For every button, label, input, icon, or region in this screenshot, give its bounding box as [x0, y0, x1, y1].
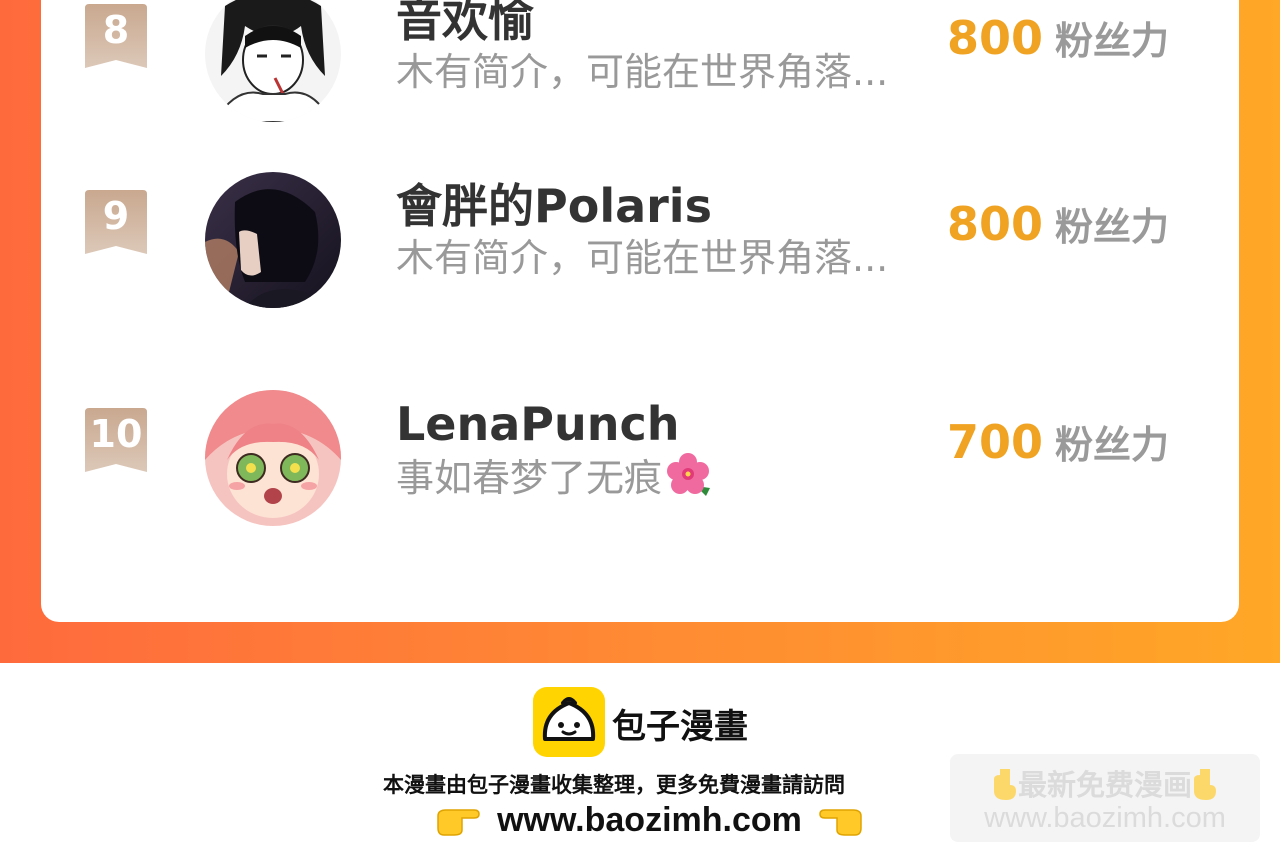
rank-number: 8 [102, 8, 130, 52]
site-footer: 包子漫畫 本漫畫由包子漫畫收集整理，更多免費漫畫請訪問 www.baozimh.… [0, 663, 1280, 864]
ranking-row[interactable]: 10 LenaPunch 事如春梦了无痕 700 粉丝力 [41, 364, 1239, 526]
user-name[interactable]: LenaPunch [396, 396, 680, 452]
ranking-card: 8 音欢愉 木有简介，可能在世界角落... 800 粉丝力 9 會胖的Polar… [41, 0, 1239, 622]
fans-score: 700 粉丝力 [947, 414, 1169, 469]
ranking-row[interactable]: 9 會胖的Polaris 木有简介，可能在世界角落... 800 粉丝力 [41, 146, 1239, 308]
site-url-link[interactable]: www.baozimh.com [497, 801, 802, 840]
fans-count: 800 [947, 11, 1044, 65]
rank-number: 9 [102, 194, 130, 238]
fans-count: 700 [947, 415, 1044, 469]
user-avatar[interactable] [205, 172, 341, 308]
fans-unit-label: 粉丝力 [1055, 423, 1170, 467]
baozi-logo-icon[interactable] [533, 687, 605, 757]
pointing-left-icon [819, 802, 863, 840]
watermark-title-row: 最新免费漫画 [964, 762, 1246, 808]
user-bio: 木有简介，可能在世界角落... [396, 50, 889, 94]
brand-name[interactable]: 包子漫畫 [612, 699, 748, 748]
user-name[interactable]: 會胖的Polaris [396, 178, 712, 234]
fans-score: 800 粉丝力 [947, 196, 1169, 251]
watermark-badge: 最新免费漫画 www.baozimh.com [950, 754, 1260, 842]
user-avatar[interactable] [205, 390, 341, 526]
watermark-title: 最新免费漫画 [1017, 768, 1192, 802]
rank-badge: 10 [85, 408, 147, 472]
user-name[interactable]: 音欢愉 [396, 0, 534, 48]
rank-badge: 8 [85, 4, 147, 68]
watermark-url: www.baozimh.com [984, 802, 1226, 834]
rank-number: 10 [89, 412, 143, 456]
user-bio: 事如春梦了无痕 [396, 456, 663, 500]
fans-unit-label: 粉丝力 [1055, 205, 1170, 249]
user-bio-row: 事如春梦了无痕 [396, 452, 712, 509]
site-link-row[interactable]: www.baozimh.com [436, 801, 863, 845]
ranking-row[interactable]: 8 音欢愉 木有简介，可能在世界角落... 800 粉丝力 [41, 0, 1239, 122]
ranking-banner: 8 音欢愉 木有简介，可能在世界角落... 800 粉丝力 9 會胖的Polar… [0, 0, 1280, 663]
pointing-right-icon [436, 802, 480, 840]
user-avatar[interactable] [205, 0, 341, 122]
footer-tagline: 本漫畫由包子漫畫收集整理，更多免費漫畫請訪問 [383, 773, 845, 797]
fans-unit-label: 粉丝力 [1055, 19, 1170, 63]
fans-count: 800 [947, 197, 1044, 251]
hibiscus-icon [666, 452, 712, 509]
user-bio: 木有简介，可能在世界角落... [396, 236, 889, 280]
rank-badge: 9 [85, 190, 147, 254]
fans-score: 800 粉丝力 [947, 10, 1169, 65]
